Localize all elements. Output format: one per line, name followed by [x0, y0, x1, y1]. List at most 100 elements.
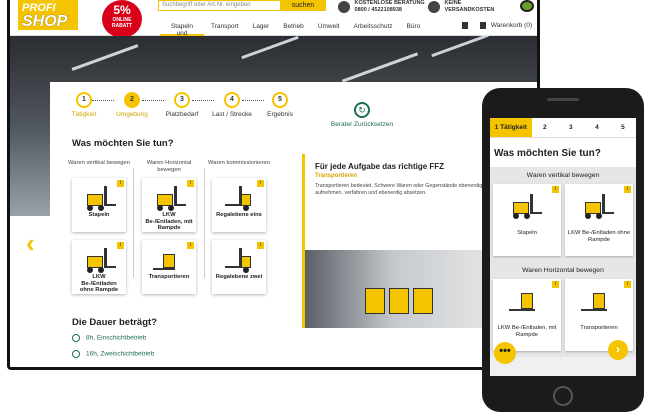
truck-icon: [428, 1, 440, 13]
info-text: Transportieren bedeutet, Schwere Waren o…: [315, 183, 483, 196]
option-card-stapeln[interactable]: i Stapeln: [72, 178, 126, 232]
info-icon[interactable]: i: [552, 186, 559, 193]
info-icon[interactable]: i: [117, 242, 124, 249]
option-card-lkw-ohne-rampe[interactable]: i LKW Be-/Entladen ohne Rampde: [72, 240, 126, 294]
nav-item-betrieb[interactable]: Betrieb: [276, 19, 311, 36]
step-last-strecke[interactable]: 4 Last / Strecke: [212, 92, 252, 118]
mobile-card-lkw-mit-rampe[interactable]: i LKW Be-/Entladen, mit Rampde: [493, 279, 561, 351]
card-label: LKW Be-/Entladen, mit Rampde: [497, 325, 557, 338]
forklift-icon: [151, 186, 187, 211]
nav-item-umwelt[interactable]: Umwelt: [311, 19, 347, 36]
card-label: LKW Be-/Entladen ohne Rampde: [79, 274, 119, 293]
discount-percent: 5%: [113, 3, 131, 17]
phone-icon: [338, 1, 350, 13]
mobile-card-lkw-ohne-rampe[interactable]: i LKW Be-/Entladen ohne Rampde: [565, 184, 633, 256]
logo-line2: SHOP: [22, 13, 68, 30]
tab-step-3[interactable]: 3: [558, 118, 584, 137]
step-label: Umgebung: [116, 111, 148, 118]
order-picker-icon: [221, 248, 257, 273]
step-platzbedarf[interactable]: 3 Platzbedarf: [162, 92, 202, 118]
radio-16h[interactable]: 16h, Zweischichtbetrieb: [72, 350, 272, 358]
card-label: LKW Be-/Entladen, mit Rampde: [145, 212, 193, 231]
profishop-logo[interactable]: PROFI SHOP: [18, 0, 78, 30]
radio-icon: [72, 350, 80, 358]
refresh-icon: ↻: [354, 102, 370, 118]
info-icon[interactable]: i: [624, 281, 631, 288]
hotline: KOSTENLOSE BERATUNG 0800 / 4522108938: [338, 0, 425, 14]
trust-seal-icon: [520, 0, 534, 12]
cart-icon: [480, 22, 486, 29]
forklift-icon: [81, 248, 117, 273]
step-label: Platzbedarf: [165, 111, 199, 118]
nav-item-lager[interactable]: Lager: [246, 19, 277, 36]
mobile-section-header: Waren Horizontal bewegen: [490, 262, 636, 279]
advisor-panel: 1 Tätigkeit 2 Umgebung 3 Platzbedarf 4 L…: [50, 82, 537, 367]
forklift-icon: [81, 186, 117, 211]
step-number: 2: [124, 92, 140, 108]
wizard-steps: 1 Tätigkeit 2 Umgebung 3 Platzbedarf 4 L…: [64, 92, 424, 128]
card-label: Stapeln: [517, 230, 537, 236]
step-umgebung[interactable]: 2 Umgebung: [112, 92, 152, 118]
radio-label: 8h, Einschichtbetrieb: [86, 334, 147, 342]
step-number: 1: [76, 92, 92, 108]
nav-item-arbeitsschutz[interactable]: Arbeitsschutz: [346, 19, 399, 36]
discount-text: ONLINE RABATT: [111, 17, 133, 29]
phone-device: 1 Tätigkeit 2 3 4 5 Was möchten Sie tun?…: [482, 88, 644, 412]
shipping-line1: KEINE: [444, 0, 462, 6]
user-icon[interactable]: [462, 22, 468, 29]
radio-icon: [72, 334, 80, 342]
info-icon[interactable]: i: [624, 186, 631, 193]
info-icon[interactable]: i: [117, 180, 124, 187]
free-shipping: KEINE VERSANDKOSTEN: [428, 0, 494, 14]
card-label: Stapeln: [88, 212, 110, 218]
info-icon[interactable]: i: [257, 242, 264, 249]
duration-title: Die Dauer beträgt?: [72, 317, 157, 328]
option-card-transportieren[interactable]: i Transportieren: [142, 240, 196, 294]
cart-link[interactable]: Warenkorb (0): [480, 22, 532, 29]
laptop-screen: PROFI SHOP 5% ONLINE RABATT Suchbegriff …: [7, 0, 540, 370]
pallet-truck-icon: [579, 289, 619, 321]
tab-step-2[interactable]: 2: [532, 118, 558, 137]
mobile-card-transportieren[interactable]: i Transportieren: [565, 279, 633, 351]
order-picker-icon: [221, 186, 257, 211]
forklift-icon: [507, 194, 547, 226]
site-header: PROFI SHOP 5% ONLINE RABATT Suchbegriff …: [10, 0, 537, 44]
forklift-icon: [579, 194, 619, 226]
option-card-regalebene-eins[interactable]: i Regalebene eins: [212, 178, 266, 232]
info-box: Für jede Aufgabe das richtige FFZ Transp…: [302, 154, 502, 328]
step-number: 5: [272, 92, 288, 108]
main-nav: Stapeln und Heben Transport Lager Betrie…: [160, 19, 428, 44]
tab-step-5[interactable]: 5: [610, 118, 636, 137]
nav-item-stapeln[interactable]: Stapeln und Heben: [160, 19, 204, 44]
radio-8h[interactable]: 8h, Einschichtbetrieb: [72, 334, 272, 342]
reset-advisor-button[interactable]: ↻ Berater Zurücksetzen: [322, 102, 402, 128]
option-card-lkw-mit-rampe[interactable]: i LKW Be-/Entladen, mit Rampde: [142, 178, 196, 232]
step-label: Ergebnis: [267, 111, 293, 118]
mobile-card-stapeln[interactable]: i Stapeln: [493, 184, 561, 256]
more-options-button[interactable]: •••: [494, 342, 516, 364]
next-arrow-button[interactable]: ›: [608, 340, 628, 360]
option-card-regalebene-zwei[interactable]: i Regalebene zwei: [212, 240, 266, 294]
tab-step-4[interactable]: 4: [584, 118, 610, 137]
chevron-left-icon[interactable]: ‹: [26, 230, 42, 256]
info-title: Für jede Aufgabe das richtige FFZ: [315, 162, 445, 171]
hotline-number: 0800 / 4522108938: [354, 7, 402, 13]
mobile-section-header: Waren vertikal bewegen: [490, 167, 636, 184]
shipping-line2: VERSANDKOSTEN: [444, 7, 495, 13]
tab-step-1[interactable]: 1 Tätigkeit: [490, 118, 532, 137]
phone-speaker: [547, 98, 579, 101]
step-taetigkeit[interactable]: 1 Tätigkeit: [64, 92, 104, 118]
warehouse-forklift-image: [305, 250, 502, 328]
info-icon[interactable]: i: [187, 180, 194, 187]
card-label: Regalebene eins: [216, 212, 262, 218]
phone-screen: 1 Tätigkeit 2 3 4 5 Was möchten Sie tun?…: [490, 118, 636, 376]
info-icon[interactable]: i: [257, 180, 264, 187]
step-ergebnis[interactable]: 5 Ergebnis: [260, 92, 300, 118]
info-icon[interactable]: i: [552, 281, 559, 288]
nav-item-transport[interactable]: Transport: [204, 19, 246, 36]
nav-item-buero[interactable]: Büro: [400, 19, 428, 36]
step-label: Last / Strecke: [212, 111, 252, 118]
info-icon[interactable]: i: [187, 242, 194, 249]
search-button[interactable]: suchen: [280, 0, 326, 11]
home-button[interactable]: [553, 386, 573, 406]
